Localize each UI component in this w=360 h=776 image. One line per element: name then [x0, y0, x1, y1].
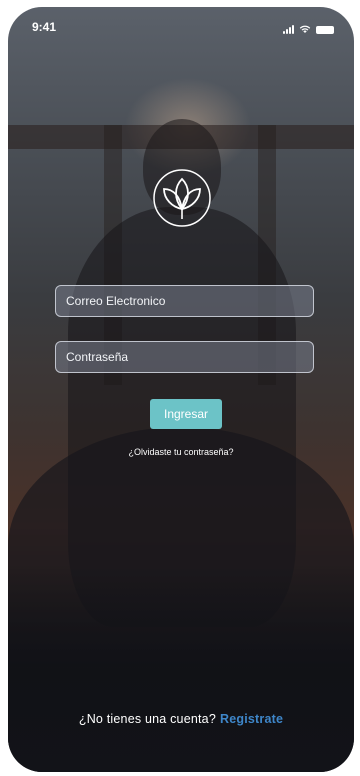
password-field[interactable]: [55, 341, 314, 373]
login-button[interactable]: Ingresar: [150, 399, 222, 429]
signal-icon: [283, 25, 294, 34]
background-figure-legs: [8, 427, 354, 667]
lotus-leaf-logo-icon: [153, 169, 211, 227]
battery-icon: [316, 26, 334, 34]
status-time: 9:41: [32, 20, 57, 34]
wifi-icon: [299, 25, 311, 33]
login-screen: 9:41 Ingresar ¿Olvidaste tu contraseña? …: [8, 7, 354, 772]
background-bottom-fade: [8, 567, 354, 772]
signup-link[interactable]: Registrate: [220, 712, 283, 726]
status-icons: [283, 22, 334, 34]
signup-row: ¿No tienes una cuenta? Registrate: [8, 712, 354, 726]
signup-prompt: ¿No tienes una cuenta?: [78, 712, 216, 726]
status-bar: 9:41: [8, 7, 354, 47]
email-field[interactable]: [55, 285, 314, 317]
forgot-password-link[interactable]: ¿Olvidaste tu contraseña?: [8, 447, 354, 457]
background-frame-beam: [8, 125, 354, 149]
